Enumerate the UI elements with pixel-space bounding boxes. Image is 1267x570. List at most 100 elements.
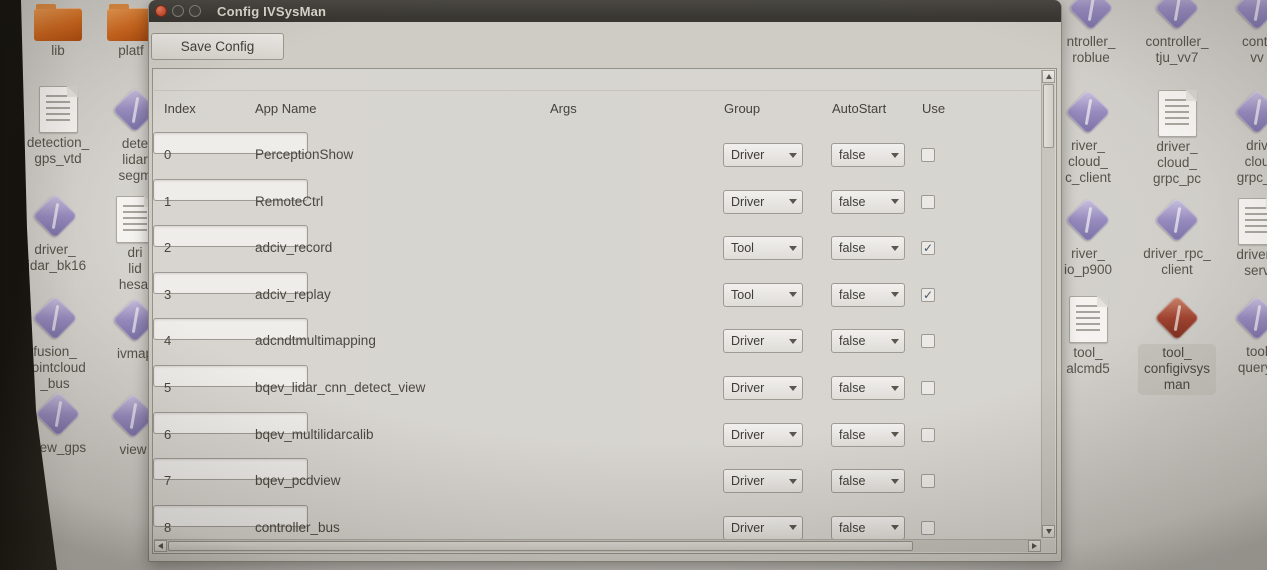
group-select[interactable]: Driver	[723, 190, 803, 214]
autostart-select[interactable]: false	[831, 329, 905, 353]
chevron-down-icon	[891, 246, 899, 251]
autostart-select[interactable]: false	[831, 283, 905, 307]
desktop-icon-glyph	[31, 192, 79, 240]
use-checkbox[interactable]: ✓	[921, 241, 935, 255]
desktop-icon-label: tool_ configivsys man	[1138, 344, 1216, 395]
autostart-select[interactable]: false	[831, 190, 905, 214]
use-checkbox[interactable]	[921, 195, 935, 209]
row-index: 0	[164, 147, 171, 162]
group-select[interactable]: Driver	[723, 516, 803, 540]
use-checkbox[interactable]	[921, 428, 935, 442]
scroll-left-icon[interactable]	[154, 540, 167, 552]
desktop-icon-label: lib	[51, 43, 65, 59]
use-checkbox[interactable]	[921, 148, 935, 162]
desktop-icon[interactable]: tool queryr	[1214, 294, 1267, 376]
window-titlebar[interactable]: Config IVSysMan	[149, 0, 1061, 22]
scroll-down-icon[interactable]	[1042, 525, 1055, 538]
use-checkbox[interactable]: ✓	[921, 288, 935, 302]
row-app-name: adciv_replay	[255, 287, 331, 302]
minimize-icon[interactable]	[172, 5, 184, 17]
table-row: 6 bqev_multilidarcalib Driver false	[153, 412, 1056, 459]
group-select[interactable]: Driver	[723, 423, 803, 447]
group-select[interactable]: Tool	[723, 283, 803, 307]
desktop-icon[interactable]: detection_ gps_vtd	[15, 84, 101, 167]
maximize-icon[interactable]	[189, 5, 201, 17]
chevron-down-icon	[891, 339, 899, 344]
save-config-button[interactable]: Save Config	[151, 33, 284, 60]
desktop-icon-glyph	[31, 294, 79, 342]
desktop-icon[interactable]: driver_ serv	[1214, 196, 1267, 279]
desktop-icon-glyph	[1153, 0, 1201, 32]
chevron-down-icon	[891, 386, 899, 391]
desktop-icon-glyph	[1153, 294, 1201, 342]
desktop-icon-label: driv clou grpc_s	[1237, 138, 1267, 187]
chevron-down-icon	[891, 292, 899, 297]
desktop-icon[interactable]: driver_ cloud_ grpc_pc	[1134, 88, 1220, 188]
autostart-select-value: false	[839, 288, 865, 302]
row-app-name: bqev_lidar_cnn_detect_view	[255, 380, 425, 395]
horizontal-scrollbar[interactable]	[154, 539, 1041, 552]
use-checkbox[interactable]	[921, 474, 935, 488]
vertical-scrollbar-thumb[interactable]	[1043, 84, 1054, 148]
group-select[interactable]: Driver	[723, 376, 803, 400]
use-checkbox[interactable]	[921, 334, 935, 348]
group-select[interactable]: Driver	[723, 469, 803, 493]
autostart-select[interactable]: false	[831, 469, 905, 493]
row-index: 3	[164, 287, 171, 302]
desktop-icon-label: driver_ cloud_ grpc_pc	[1153, 139, 1201, 188]
autostart-select-value: false	[839, 474, 865, 488]
table-row: 5 bqev_lidar_cnn_detect_view Driver fals…	[153, 365, 1056, 412]
autostart-select-value: false	[839, 195, 865, 209]
autostart-select[interactable]: false	[831, 236, 905, 260]
chevron-down-icon	[789, 525, 797, 530]
window-title: Config IVSysMan	[217, 4, 326, 19]
row-app-name: adcndtmultimapping	[255, 333, 376, 348]
row-app-name: adciv_record	[255, 240, 332, 255]
autostart-select-value: false	[839, 148, 865, 162]
header-use: Use	[922, 101, 945, 116]
row-app-name: bqev_pcdview	[255, 473, 341, 488]
use-checkbox[interactable]	[921, 381, 935, 395]
table-row: 7 bqev_pcdview Driver false	[153, 458, 1056, 505]
scroll-right-icon[interactable]	[1028, 540, 1041, 552]
chevron-down-icon	[789, 153, 797, 158]
row-index: 8	[164, 520, 171, 535]
scroll-up-icon[interactable]	[1042, 70, 1055, 83]
desktop-icon[interactable]: driv clou grpc_s	[1214, 88, 1267, 187]
group-select[interactable]: Tool	[723, 236, 803, 260]
group-select-value: Driver	[731, 474, 764, 488]
autostart-select-value: false	[839, 241, 865, 255]
table-row: 3 adciv_replay Tool false ✓	[153, 272, 1056, 319]
group-select[interactable]: Driver	[723, 143, 803, 167]
row-index: 5	[164, 380, 171, 395]
desktop-icon[interactable]: controller_ tju_vv7	[1134, 0, 1220, 66]
desktop-icon[interactable]: tool_ configivsys man	[1134, 294, 1220, 395]
horizontal-scrollbar-thumb[interactable]	[168, 541, 913, 551]
chevron-down-icon	[789, 339, 797, 344]
desktop-icon[interactable]: contr vv	[1214, 0, 1267, 66]
table-row: 2 adciv_record Tool false ✓	[153, 225, 1056, 272]
desktop-icon-glyph	[1067, 0, 1115, 32]
close-icon[interactable]	[155, 5, 167, 17]
group-select[interactable]: Driver	[723, 329, 803, 353]
desktop-icon-label: detection_ gps_vtd	[27, 135, 89, 167]
desktop-icon-label: river_ io_p900	[1064, 246, 1112, 278]
desktop-icon-label: river_ cloud_ c_client	[1065, 138, 1111, 187]
header-group: Group	[724, 101, 760, 116]
row-index: 6	[164, 427, 171, 442]
row-app-name: bqev_multilidarcalib	[255, 427, 374, 442]
autostart-select[interactable]: false	[831, 376, 905, 400]
header-args: Args	[550, 101, 577, 116]
use-checkbox[interactable]	[921, 521, 935, 535]
desktop-icon-glyph	[1158, 90, 1197, 137]
config-window: Config IVSysMan Save Config Index App Na…	[148, 0, 1062, 562]
autostart-select[interactable]: false	[831, 516, 905, 540]
vertical-scrollbar[interactable]	[1041, 70, 1055, 538]
autostart-select[interactable]: false	[831, 143, 905, 167]
desktop-icon-glyph	[34, 8, 82, 41]
group-select-value: Driver	[731, 195, 764, 209]
desktop-icon[interactable]: driver_rpc_ client	[1134, 196, 1220, 278]
autostart-select[interactable]: false	[831, 423, 905, 447]
desktop-icon-label: view	[119, 442, 146, 458]
desktop-icon-label: dete lidar segm	[118, 136, 151, 185]
